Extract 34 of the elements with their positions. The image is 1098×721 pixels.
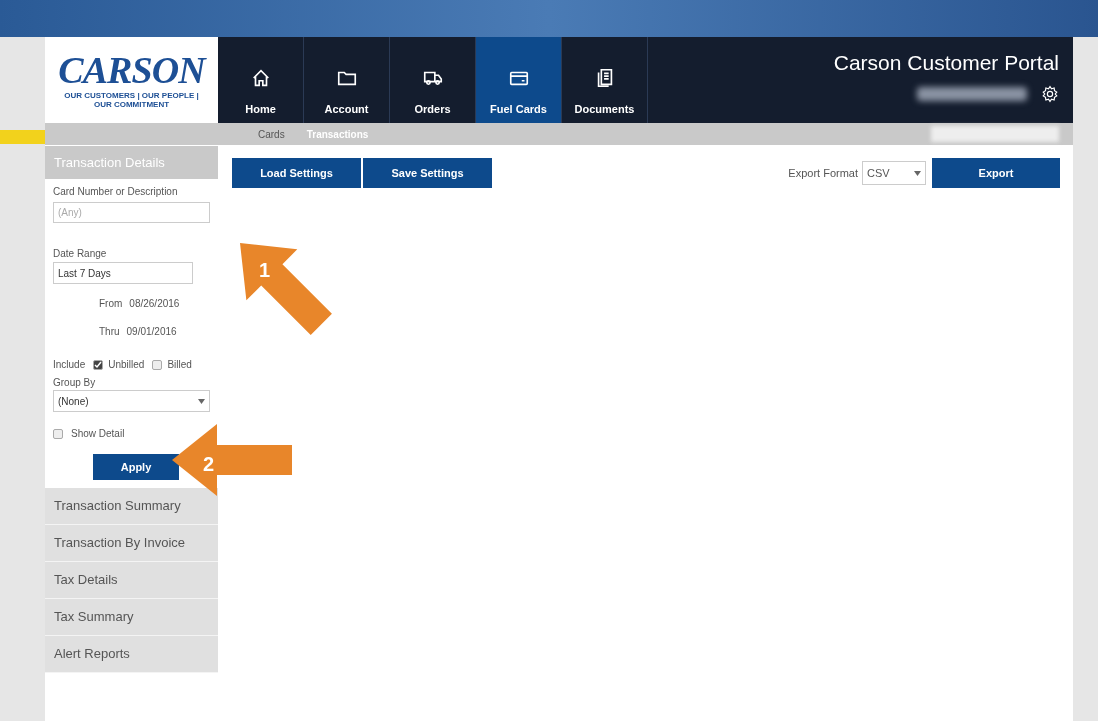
field-label: Date Range — [53, 247, 108, 261]
card-search-field[interactable]: (Any) — [53, 202, 210, 223]
checkbox-label: Unbilled — [108, 358, 145, 372]
field-label: Group By — [53, 376, 97, 390]
accent-stripe — [0, 130, 45, 144]
dropdown-caret-icon — [198, 398, 205, 404]
settings-icon[interactable] — [1041, 84, 1059, 103]
checkbox[interactable] — [93, 359, 104, 370]
field-label: Include — [53, 358, 86, 372]
date-range-field[interactable]: Last 7 Days — [53, 262, 193, 284]
nav-tab[interactable]: Fuel Cards — [476, 37, 562, 123]
logo-wordmark: CARSON — [58, 51, 205, 89]
checkbox[interactable] — [53, 428, 63, 439]
checkbox-label: Show Detail — [71, 427, 125, 441]
date-value: 09/01/2016 — [126, 325, 177, 339]
callout-number: 1 — [259, 259, 271, 281]
export-format-label: Export Format — [788, 165, 858, 181]
checkbox-label: Billed — [167, 358, 192, 372]
portal-title: Carson Customer Portal — [833, 50, 1059, 76]
field-label: Thru — [99, 325, 120, 339]
checkbox[interactable] — [152, 359, 163, 370]
logo-tagline: OUR CUSTOMERS | OUR PEOPLE | OUR COMMITMENT — [63, 91, 200, 109]
export-button[interactable]: Export — [932, 158, 1060, 188]
date-value: 08/26/2016 — [129, 297, 180, 311]
callout-number: 2 — [203, 453, 215, 475]
settings-button[interactable]: Save Settings — [363, 158, 492, 188]
group-by-select[interactable]: (None) — [53, 390, 210, 412]
export-format-select[interactable]: CSV — [862, 161, 926, 185]
sub-tab[interactable]: Cards — [258, 126, 285, 142]
dropdown-caret-icon — [914, 170, 921, 176]
apply-button[interactable]: Apply — [93, 454, 179, 480]
field-label: Card Number or Description — [53, 185, 179, 199]
field-label: From — [99, 297, 123, 311]
settings-button[interactable]: Load Settings — [232, 158, 361, 188]
